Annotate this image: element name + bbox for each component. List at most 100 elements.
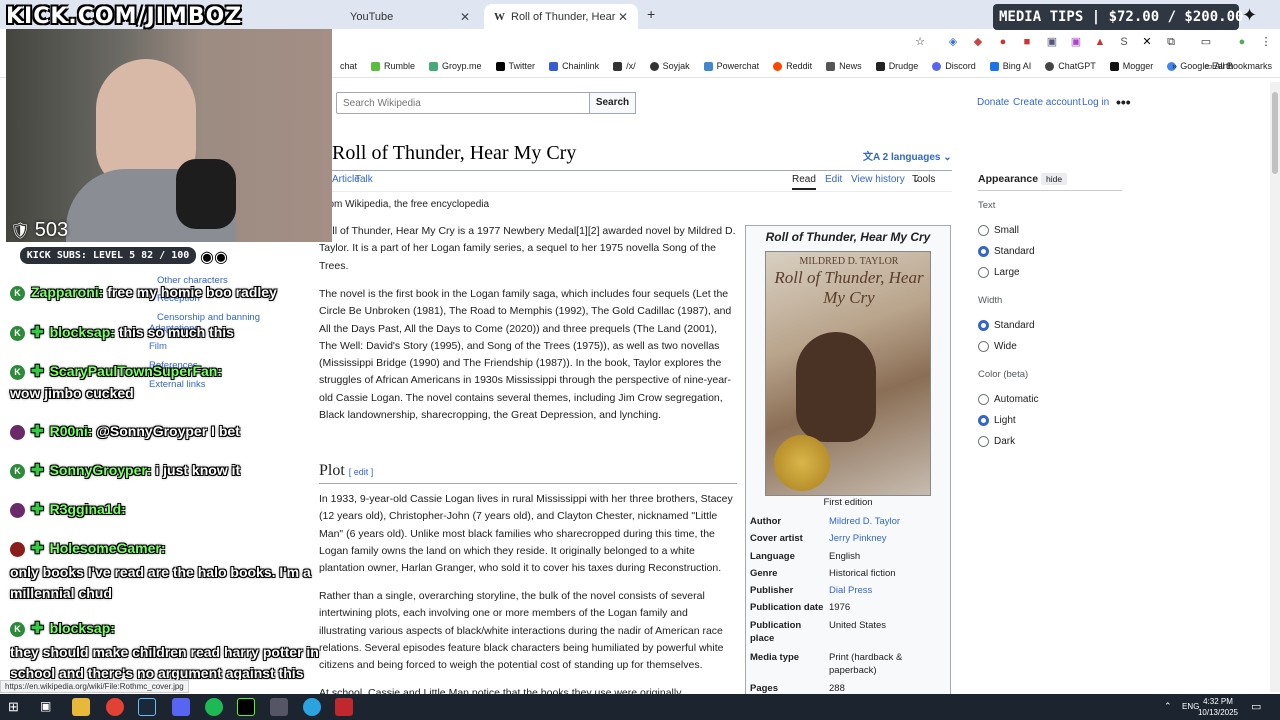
- spotify-icon[interactable]: [205, 698, 223, 716]
- radio-label: Wide: [994, 341, 1017, 352]
- tab-label: YouTube: [350, 10, 394, 23]
- webcam-feed: [6, 29, 332, 242]
- text-size-label: Text: [978, 200, 996, 211]
- hide-button[interactable]: hide: [1041, 173, 1068, 185]
- extension-icon[interactable]: ◈: [946, 35, 960, 49]
- edit-section-link[interactable]: [ edit ]: [349, 467, 374, 477]
- bookmark-item[interactable]: Discord: [932, 61, 976, 71]
- color-label: Color (beta): [978, 369, 1029, 380]
- puzzle-icon[interactable]: ⧉: [1164, 35, 1178, 49]
- bookmark-item[interactable]: News: [826, 61, 862, 71]
- notification-icon[interactable]: ▭: [1251, 700, 1261, 713]
- tab-history[interactable]: View history: [851, 174, 905, 185]
- bookmark-item[interactable]: Twitter: [495, 61, 535, 71]
- media-tips-banner: MEDIA TIPS | $72.00 / $200.00: [993, 4, 1243, 30]
- bookmark-item[interactable]: Soyjak: [649, 61, 690, 71]
- cover-title: Roll of Thunder, Hear My Cry: [774, 268, 924, 307]
- radio-color-dark[interactable]: [978, 436, 989, 447]
- language-button[interactable]: 文A 2 languages ⌄: [863, 148, 952, 163]
- new-tab-button[interactable]: +: [647, 6, 655, 22]
- bookmark-item[interactable]: Rumble: [371, 61, 415, 71]
- avatar[interactable]: ●: [1235, 35, 1249, 49]
- chevron-up-icon[interactable]: ⌃: [1164, 701, 1172, 712]
- menu-icon[interactable]: ⋮: [1259, 35, 1273, 49]
- bookmark-item[interactable]: Chainlink: [549, 61, 599, 71]
- chat-message: ✚ R3ggina1d:: [10, 500, 126, 518]
- chat-message-text: wow jimbo cucked: [10, 385, 134, 401]
- bookmark-item[interactable]: Groyp.me: [429, 61, 482, 71]
- bookmark-item[interactable]: /x/: [613, 61, 636, 71]
- extension-icon[interactable]: ●: [996, 35, 1010, 49]
- x-icon[interactable]: ✕: [1140, 35, 1154, 49]
- tab-wikipedia[interactable]: W Roll of Thunder, Hear My Cry - ✕: [484, 4, 638, 29]
- radio-label: Small: [994, 225, 1020, 236]
- steam-icon[interactable]: [138, 698, 156, 716]
- discord-icon[interactable]: [172, 698, 190, 716]
- kick-icon[interactable]: [237, 698, 255, 716]
- all-bookmarks[interactable]: ▭ All Bookmarks: [1204, 61, 1272, 72]
- app-icon[interactable]: [270, 698, 288, 716]
- radio-width-wide[interactable]: [978, 341, 989, 352]
- bookmark-item[interactable]: Mogger: [1109, 61, 1153, 71]
- sidepanel-icon[interactable]: ▭: [1199, 35, 1213, 49]
- telegram-icon[interactable]: [303, 698, 321, 716]
- chrome-icon[interactable]: [106, 698, 124, 716]
- chat-message: ✚ R00ni: @SonnyGroyper I bet: [10, 422, 240, 440]
- divider: [319, 483, 737, 484]
- bookmark-item[interactable]: Bing AI: [989, 61, 1031, 71]
- width-label: Width: [978, 295, 1003, 306]
- chat-message: ✚ HolesomeGamer:: [10, 539, 166, 557]
- radio-width-standard[interactable]: [978, 320, 989, 331]
- star-icon[interactable]: ☆: [913, 35, 927, 49]
- scrollbar-thumb[interactable]: [1272, 92, 1278, 174]
- plot-paragraph: Rather than a single, overarching storyl…: [319, 590, 724, 672]
- chevron-right-icon[interactable]: »: [1172, 61, 1177, 71]
- task-view-icon[interactable]: ▣: [40, 699, 51, 713]
- divider: [978, 190, 1122, 191]
- summary-paragraph: The novel is the first book in the Logan…: [319, 288, 732, 422]
- extension-icon[interactable]: ▣: [1069, 35, 1083, 49]
- close-icon[interactable]: ✕: [618, 10, 628, 24]
- radio-label: Light: [994, 415, 1016, 426]
- wikipedia-icon: W: [494, 10, 505, 23]
- extension-icon[interactable]: S: [1117, 35, 1131, 49]
- bookmark-item[interactable]: Reddit: [773, 61, 812, 71]
- radio-color-automatic[interactable]: [978, 394, 989, 405]
- search-button[interactable]: Search: [589, 92, 636, 114]
- radio-color-light[interactable]: [978, 415, 989, 426]
- language-indicator[interactable]: ENG: [1182, 702, 1199, 711]
- radio-large[interactable]: [978, 267, 989, 278]
- taskbar-clock[interactable]: 4:32 PM 10/13/2025: [1198, 696, 1238, 718]
- file-explorer-icon[interactable]: [72, 698, 90, 716]
- plot-paragraph: In 1933, 9-year-old Cassie Logan lives i…: [319, 493, 733, 575]
- tab-talk[interactable]: Talk: [355, 174, 373, 185]
- bookmark-item[interactable]: chat: [340, 61, 357, 71]
- search-input[interactable]: [336, 92, 590, 114]
- extension-icon[interactable]: ▣: [1045, 35, 1059, 49]
- tools-menu[interactable]: Tools ⌄: [912, 174, 935, 185]
- extension-icon[interactable]: ■: [1020, 35, 1034, 49]
- radio-standard[interactable]: [978, 246, 989, 257]
- app-icon[interactable]: [335, 698, 353, 716]
- bookmark-item[interactable]: Drudge: [875, 61, 918, 71]
- chat-message: K ✚ ScaryPaulTownSuperFan:: [10, 362, 222, 380]
- status-url: https://en.wikipedia.org/wiki/File:Rothm…: [0, 680, 189, 693]
- donate-link[interactable]: Donate: [977, 97, 1009, 108]
- book-cover-image[interactable]: MILDRED D. TAYLOR Roll of Thunder, Hear …: [765, 251, 931, 496]
- create-account-link[interactable]: Create account: [1013, 97, 1081, 108]
- close-icon[interactable]: ✕: [460, 10, 470, 24]
- extension-icon[interactable]: ▲: [1093, 35, 1107, 49]
- login-link[interactable]: Log in: [1082, 97, 1109, 108]
- extension-icon[interactable]: ◆: [971, 35, 985, 49]
- tab-read[interactable]: Read: [792, 174, 816, 190]
- more-icon[interactable]: •••: [1116, 94, 1131, 110]
- bookmark-item[interactable]: Powerchat: [703, 61, 759, 71]
- bookmark-item[interactable]: ChatGPT: [1045, 61, 1096, 71]
- logo-icon: ✦: [1242, 5, 1258, 25]
- page-title: Roll of Thunder, Hear My Cry: [332, 142, 577, 164]
- tab-edit[interactable]: Edit: [825, 174, 842, 185]
- tab-youtube[interactable]: YouTube ✕: [340, 4, 480, 29]
- windows-start-icon[interactable]: ⊞: [8, 699, 19, 715]
- radio-small[interactable]: [978, 225, 989, 236]
- cover-caption: First edition: [823, 497, 873, 508]
